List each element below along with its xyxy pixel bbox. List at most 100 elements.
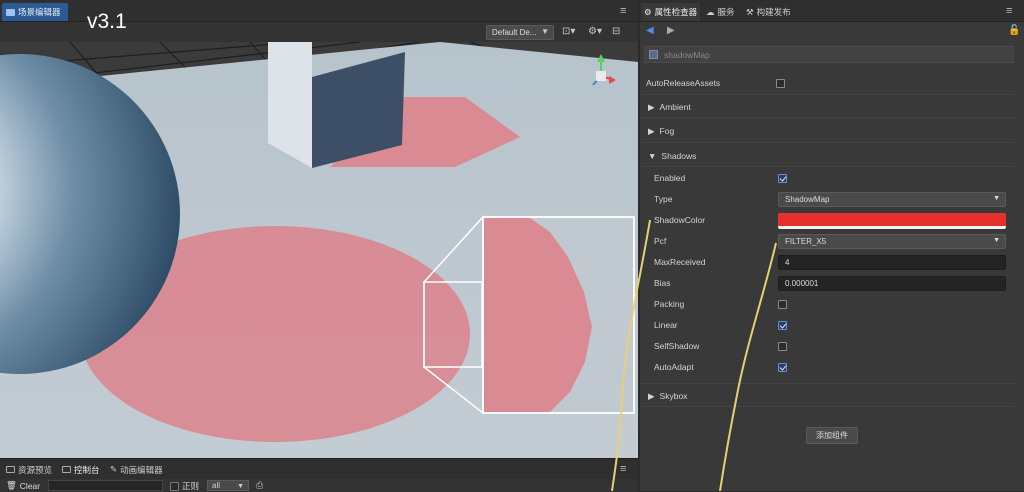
shadow-color-label: ShadowColor <box>654 215 706 225</box>
section-fog-label: Fog <box>659 126 675 136</box>
regex-toggle[interactable]: 正则 <box>170 480 199 492</box>
type-label: Type <box>654 194 673 204</box>
scene-editor-panel: 场景编辑器 ≡ Default De... ▼ ⊡▾ ⚙▾ ⊟ v3.1 <box>0 0 638 458</box>
tab-asset-preview[interactable]: 资源预览 <box>6 462 52 477</box>
self-shadow-label: SelfShadow <box>654 341 700 351</box>
auto-adapt-checkbox[interactable] <box>778 363 787 372</box>
gear-icon[interactable]: ⚙▾ <box>588 26 602 37</box>
tab-animation-editor[interactable]: ✎ 动画编辑器 <box>110 462 163 477</box>
folder-icon <box>6 466 15 473</box>
scene-icon <box>6 8 15 16</box>
hammer-icon: ⚒ <box>746 6 754 17</box>
collapsed-arrow-icon: ▶ <box>648 101 655 112</box>
bias-value: 0.000001 <box>785 279 819 288</box>
divider <box>642 166 1014 167</box>
scene-viewport[interactable] <box>0 42 638 458</box>
component-header[interactable]: shadowMap <box>644 46 1014 63</box>
bias-label: Bias <box>654 278 671 288</box>
expanded-arrow-icon: ▼ <box>648 151 657 161</box>
shadow-color-picker[interactable] <box>778 213 1006 229</box>
bias-input[interactable]: 0.000001 <box>778 276 1006 291</box>
auto-release-checkbox[interactable] <box>776 79 785 88</box>
section-skybox[interactable]: ▶ Skybox <box>642 387 1012 405</box>
tab-build-label: 构建发布 <box>756 7 791 17</box>
pcf-label: Pcf <box>654 236 667 246</box>
packing-checkbox[interactable] <box>778 300 787 309</box>
add-component-label: 添加组件 <box>816 431 848 440</box>
section-fog[interactable]: ▶ Fog <box>642 122 1012 140</box>
camera-dropdown[interactable]: Default De... ▼ <box>486 25 554 40</box>
component-name: shadowMap <box>664 49 710 60</box>
inspector-tab-bar: ⚙ 属性检查器 ☁ 服务 ⚒ 构建发布 ≡ <box>640 0 1024 22</box>
dropdown-arrow-icon: ▼ <box>541 27 549 36</box>
save-icon[interactable]: ⊟ <box>612 26 620 37</box>
panel-menu-icon[interactable]: ≡ <box>620 6 626 17</box>
console-toolbar: 🗑 Clear 正则 all ▼ ⎙ <box>0 479 638 492</box>
console-icon <box>62 466 71 473</box>
tab-asset-preview-label: 资源预览 <box>18 464 53 475</box>
tab-scene-editor-label: 场景编辑器 <box>18 7 61 17</box>
pcf-value: FILTER_X5 <box>785 237 827 246</box>
tab-scene-editor[interactable]: 场景编辑器 <box>2 3 68 21</box>
inspector-menu-icon[interactable]: ≡ <box>1006 6 1012 17</box>
section-ambient[interactable]: ▶ Ambient <box>642 98 1012 116</box>
cloud-icon: ☁ <box>706 6 715 17</box>
tab-build[interactable]: ⚒ 构建发布 <box>743 3 794 21</box>
divider <box>642 117 1014 118</box>
enabled-label: Enabled <box>654 173 686 183</box>
dropdown-arrow-icon: ▼ <box>993 237 1000 244</box>
tab-services[interactable]: ☁ 服务 <box>703 3 738 21</box>
section-ambient-label: Ambient <box>659 102 691 112</box>
auto-release-label: AutoReleaseAssets <box>646 78 721 88</box>
trash-icon: 🗑 <box>6 480 17 490</box>
enabled-checkbox[interactable] <box>778 174 787 183</box>
max-received-value: 4 <box>785 258 790 267</box>
type-dropdown[interactable]: ShadowMap ▼ <box>778 192 1006 207</box>
dropdown-arrow-icon: ▼ <box>237 483 244 490</box>
collapsed-arrow-icon: ▶ <box>648 125 655 136</box>
divider <box>642 94 1014 95</box>
forward-arrow-icon[interactable]: ▶ <box>667 25 675 36</box>
console-filter-input[interactable] <box>48 480 163 491</box>
linear-checkbox[interactable] <box>778 321 787 330</box>
max-received-label: MaxReceived <box>654 257 706 267</box>
tab-inspector[interactable]: ⚙ 属性检查器 <box>641 3 701 21</box>
pcf-dropdown[interactable]: FILTER_X5 ▼ <box>778 234 1006 249</box>
scene-render <box>0 42 638 458</box>
tab-services-label: 服务 <box>717 7 735 17</box>
camera-icon[interactable]: ⊡▾ <box>562 26 575 37</box>
tab-inspector-label: 属性检查器 <box>654 7 698 17</box>
linear-label: Linear <box>654 320 678 330</box>
animation-icon: ✎ <box>110 464 118 474</box>
section-shadows[interactable]: ▼ Shadows <box>642 147 1012 165</box>
log-level-value: all <box>212 481 221 490</box>
regex-label: 正则 <box>182 481 200 491</box>
version-label: v3.1 <box>87 10 127 33</box>
auto-adapt-label: AutoAdapt <box>654 362 694 372</box>
dropdown-arrow-icon: ▼ <box>993 195 1000 202</box>
section-shadows-label: Shadows <box>661 151 697 161</box>
tab-console-label: 控制台 <box>74 464 100 475</box>
divider <box>642 406 1014 407</box>
gear-icon: ⚙ <box>644 6 652 17</box>
type-value: ShadowMap <box>785 195 830 204</box>
section-skybox-label: Skybox <box>659 391 688 401</box>
collapsed-arrow-icon: ▶ <box>648 390 655 401</box>
max-received-input[interactable]: 4 <box>778 255 1006 270</box>
log-level-dropdown[interactable]: all ▼ <box>207 480 249 491</box>
lock-icon[interactable]: 🔓 <box>1008 25 1020 36</box>
clear-button[interactable]: 🗑 Clear <box>6 480 40 491</box>
camera-dropdown-label: Default De... <box>492 28 537 37</box>
component-enabled-checkbox[interactable] <box>649 50 658 59</box>
bottom-panel-menu-icon[interactable]: ≡ <box>620 464 626 475</box>
regex-checkbox[interactable] <box>170 481 179 491</box>
divider <box>642 142 1014 143</box>
clear-label: Clear <box>19 480 41 491</box>
add-component-button[interactable]: 添加组件 <box>806 427 858 444</box>
packing-label: Packing <box>654 299 685 309</box>
back-arrow-icon[interactable]: ◀ <box>646 25 654 36</box>
tab-console[interactable]: 控制台 <box>62 462 100 477</box>
self-shadow-checkbox[interactable] <box>778 342 787 351</box>
bottom-panel: 资源预览 控制台 ✎ 动画编辑器 ≡ 🗑 Clear 正则 all ▼ ⎙ <box>0 458 638 492</box>
open-log-icon[interactable]: ⎙ <box>256 480 263 491</box>
